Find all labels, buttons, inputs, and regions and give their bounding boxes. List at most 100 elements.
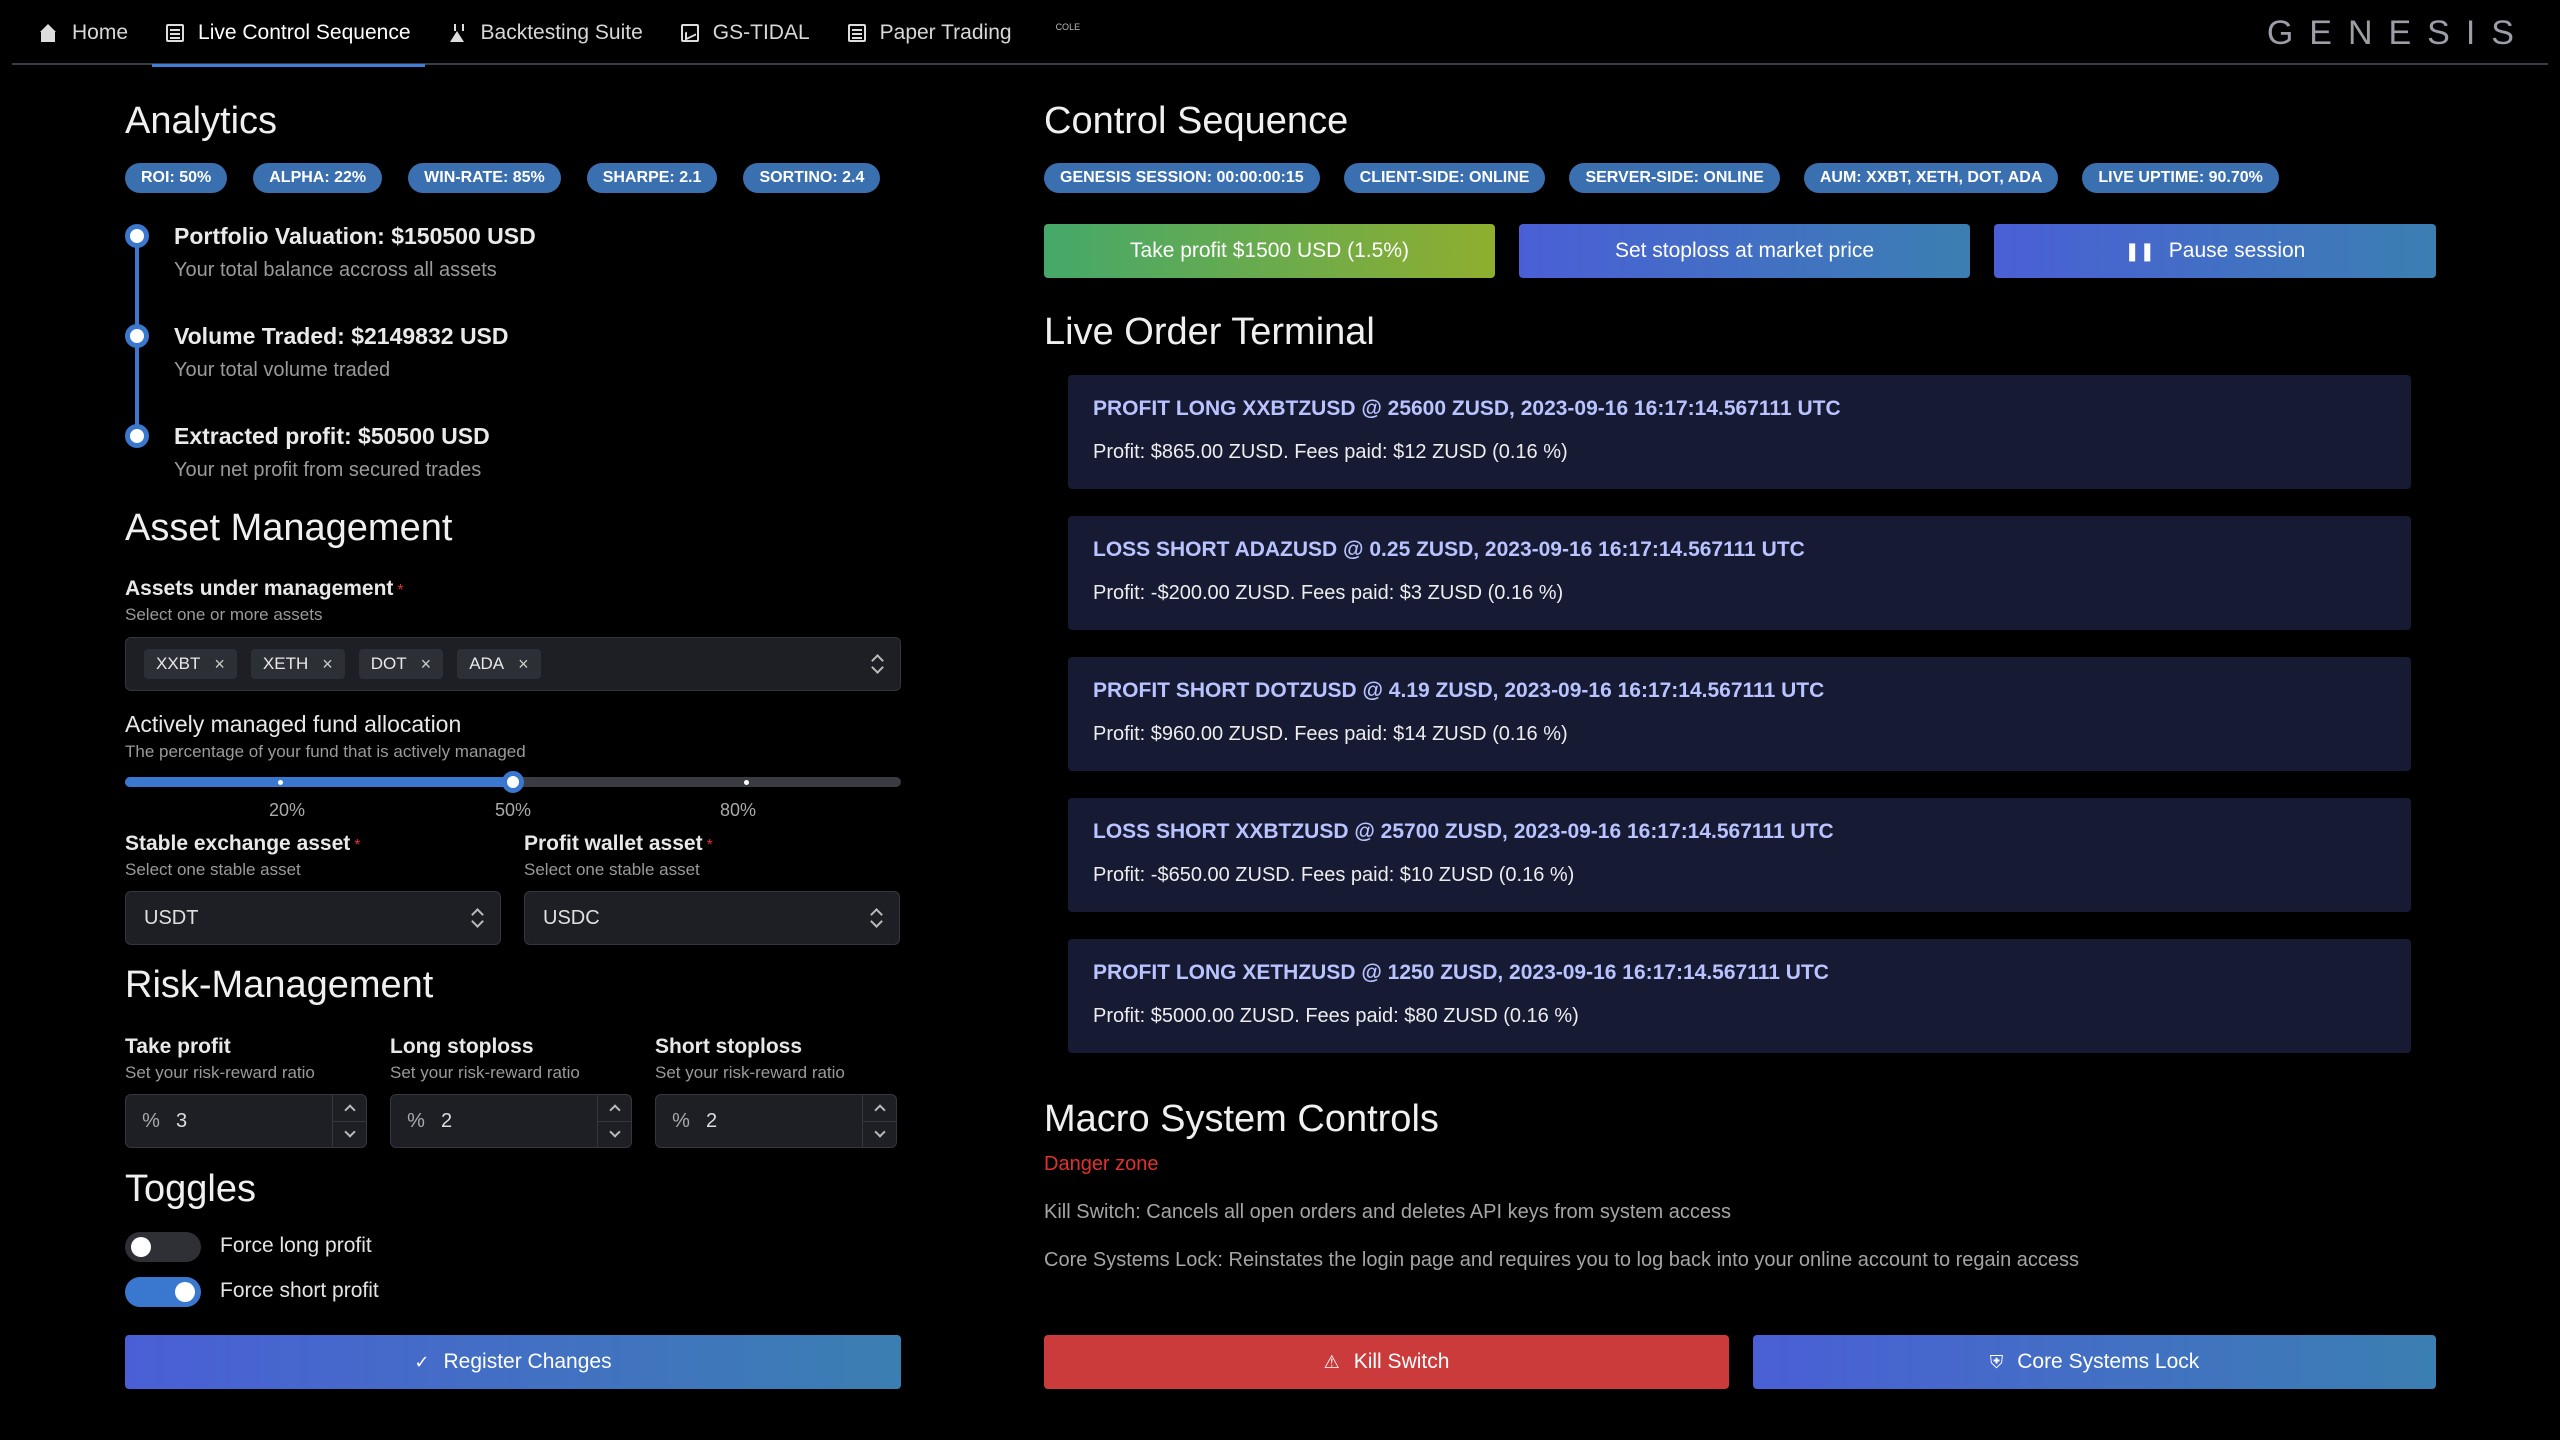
- assets-desc: Select one or more assets: [125, 605, 323, 624]
- status-badge: LIVE UPTIME: 90.70%: [2082, 163, 2279, 193]
- long-stoploss-desc: Set your risk-reward ratio: [390, 1063, 580, 1082]
- home-icon: [40, 23, 58, 42]
- order-card: PROFIT SHORT DOTZUSD @ 4.19 ZUSD, 2023-0…: [1068, 657, 2411, 771]
- assets-label: Assets under management: [125, 577, 394, 600]
- control-badges: GENESIS SESSION: 00:00:00:15 CLIENT-SIDE…: [1044, 163, 2305, 193]
- force-short-profit-label: Force short profit: [220, 1279, 379, 1302]
- profit-wallet-select[interactable]: USDC: [524, 891, 900, 945]
- assets-multiselect[interactable]: XXBT × XETH × DOT × ADA ×: [125, 637, 901, 691]
- button-label: Register Changes: [443, 1350, 612, 1373]
- slider-thumb[interactable]: [502, 771, 524, 793]
- order-card: LOSS SHORT XXBTZUSD @ 25700 ZUSD, 2023-0…: [1068, 798, 2411, 912]
- tab-live-control-sequence[interactable]: Live Control Sequence: [152, 0, 426, 67]
- pause-session-button[interactable]: ❚❚ Pause session: [1994, 224, 2436, 278]
- take-profit-label: Take profit: [125, 1035, 231, 1058]
- increment-icon[interactable]: [598, 1095, 631, 1121]
- checkmark-icon: ✓: [414, 1351, 430, 1372]
- force-short-profit-toggle[interactable]: [125, 1277, 201, 1307]
- profit-wallet-label: Profit wallet asset: [524, 832, 703, 855]
- slider-fill: [125, 777, 513, 787]
- spreadsheet-icon: [166, 23, 185, 42]
- order-body: Profit: -$650.00 ZUSD. Fees paid: $10 ZU…: [1093, 864, 1575, 886]
- profit-wallet-desc: Select one stable asset: [524, 860, 700, 879]
- stepper-controls: [332, 1095, 366, 1147]
- allocation-header: Actively managed fund allocation The per…: [125, 711, 526, 762]
- analytics-badges: ROI: 50% ALPHA: 22% WIN-RATE: 85% SHARPE…: [125, 163, 906, 193]
- timeline-bullet: [125, 324, 149, 348]
- asset-pill: XETH ×: [250, 649, 345, 679]
- remove-icon[interactable]: ×: [421, 654, 432, 675]
- kill-switch-button[interactable]: ⚠ Kill Switch: [1044, 1335, 1729, 1389]
- allocation-label: Actively managed fund allocation: [125, 711, 462, 737]
- stable-asset-desc: Select one stable asset: [125, 860, 301, 879]
- status-badge: SERVER-SIDE: ONLINE: [1569, 163, 1780, 193]
- order-title: PROFIT SHORT DOTZUSD @ 4.19 ZUSD, 2023-0…: [1093, 679, 1825, 702]
- order-card: PROFIT LONG XETHZUSD @ 1250 ZUSD, 2023-0…: [1068, 939, 2411, 1053]
- core-systems-lock-button[interactable]: ⛨ Core Systems Lock: [1753, 1335, 2436, 1389]
- control-sequence-title: Control Sequence: [1044, 100, 1349, 142]
- take-profit-desc: Set your risk-reward ratio: [125, 1063, 315, 1082]
- decrement-icon[interactable]: [333, 1121, 366, 1147]
- select-value: USDT: [144, 906, 199, 929]
- stepper-controls: [862, 1095, 896, 1147]
- register-changes-button[interactable]: ✓ Register Changes: [125, 1335, 901, 1389]
- required-marker: *: [354, 837, 361, 854]
- short-stoploss-header: Short stoploss Set your risk-reward rati…: [655, 1035, 845, 1083]
- percent-prefix: %: [142, 1109, 160, 1132]
- timeline-bullet: [125, 424, 149, 448]
- stable-asset-select[interactable]: USDT: [125, 891, 501, 945]
- take-profit-header: Take profit Set your risk-reward ratio: [125, 1035, 315, 1083]
- force-long-profit-label: Force long profit: [220, 1234, 372, 1257]
- remove-icon[interactable]: ×: [214, 654, 225, 675]
- force-long-profit-toggle[interactable]: [125, 1232, 201, 1262]
- allocation-slider[interactable]: [125, 771, 901, 793]
- tab-gs-tidal[interactable]: GS-TIDAL: [667, 0, 824, 65]
- pause-icon: ❚❚: [2124, 240, 2155, 261]
- short-stoploss-desc: Set your risk-reward ratio: [655, 1063, 845, 1082]
- asset-management-title: Asset Management: [125, 507, 453, 549]
- flask-icon: [449, 23, 467, 42]
- long-stoploss-stepper[interactable]: % 2: [390, 1094, 632, 1148]
- short-stoploss-stepper[interactable]: % 2: [655, 1094, 897, 1148]
- long-stoploss-label: Long stoploss: [390, 1035, 534, 1058]
- asset-pill-label: XXBT: [156, 654, 201, 673]
- increment-icon[interactable]: [333, 1095, 366, 1121]
- increment-icon[interactable]: [863, 1095, 896, 1121]
- stable-asset-label: Stable exchange asset: [125, 832, 351, 855]
- order-card: LOSS SHORT ADAZUSD @ 0.25 ZUSD, 2023-09-…: [1068, 516, 2411, 630]
- take-profit-button[interactable]: Take profit $1500 USD (1.5%): [1044, 224, 1495, 278]
- chevron-updown-icon: [470, 907, 484, 929]
- warning-icon: ⚠: [1323, 1351, 1340, 1372]
- tab-backtesting-suite[interactable]: Backtesting Suite: [435, 0, 657, 65]
- button-label: Set stoploss at market price: [1614, 239, 1875, 262]
- kill-switch-desc: Kill Switch: Cancels all open orders and…: [1044, 1201, 1731, 1223]
- live-order-terminal-title: Live Order Terminal: [1044, 311, 1375, 353]
- decrement-icon[interactable]: [598, 1121, 631, 1147]
- danger-zone-label: Danger zone: [1044, 1153, 1159, 1175]
- remove-icon[interactable]: ×: [518, 654, 529, 675]
- percent-prefix: %: [672, 1109, 690, 1132]
- stable-asset-header: Stable exchange asset * Select one stable…: [125, 832, 361, 880]
- profit-wallet-header: Profit wallet asset * Select one stable a…: [524, 832, 713, 880]
- brand-logo: GENESIS: [2266, 14, 2530, 52]
- chevron-updown-icon: [870, 653, 884, 675]
- take-profit-stepper[interactable]: % 3: [125, 1094, 367, 1148]
- set-stoploss-button[interactable]: Set stoploss at market price: [1519, 224, 1970, 278]
- order-body: Profit: -$200.00 ZUSD. Fees paid: $3 ZUS…: [1093, 582, 1564, 604]
- asset-pill-label: ADA: [469, 654, 505, 673]
- remove-icon[interactable]: ×: [322, 654, 333, 675]
- stepper-controls: [597, 1095, 631, 1147]
- order-body: Profit: $960.00 ZUSD. Fees paid: $14 ZUS…: [1093, 723, 1568, 745]
- toggles-title: Toggles: [125, 1168, 256, 1210]
- timeline-title: Portfolio Valuation: $150500 USD: [174, 223, 536, 249]
- decrement-icon[interactable]: [863, 1121, 896, 1147]
- timeline-item: Portfolio Valuation: $150500 USD Your to…: [125, 220, 905, 320]
- nav-tabs: Home Live Control Sequence Backtesting S…: [26, 0, 1080, 67]
- asset-pill: DOT ×: [358, 649, 444, 679]
- tab-label: Backtesting Suite: [480, 20, 643, 44]
- status-badge: ROI: 50%: [125, 163, 228, 193]
- tab-home[interactable]: Home: [26, 0, 142, 65]
- required-marker: *: [706, 837, 713, 854]
- tab-paper-trading[interactable]: Paper Trading: [834, 0, 1026, 65]
- tab-label: GS-TIDAL: [712, 20, 810, 44]
